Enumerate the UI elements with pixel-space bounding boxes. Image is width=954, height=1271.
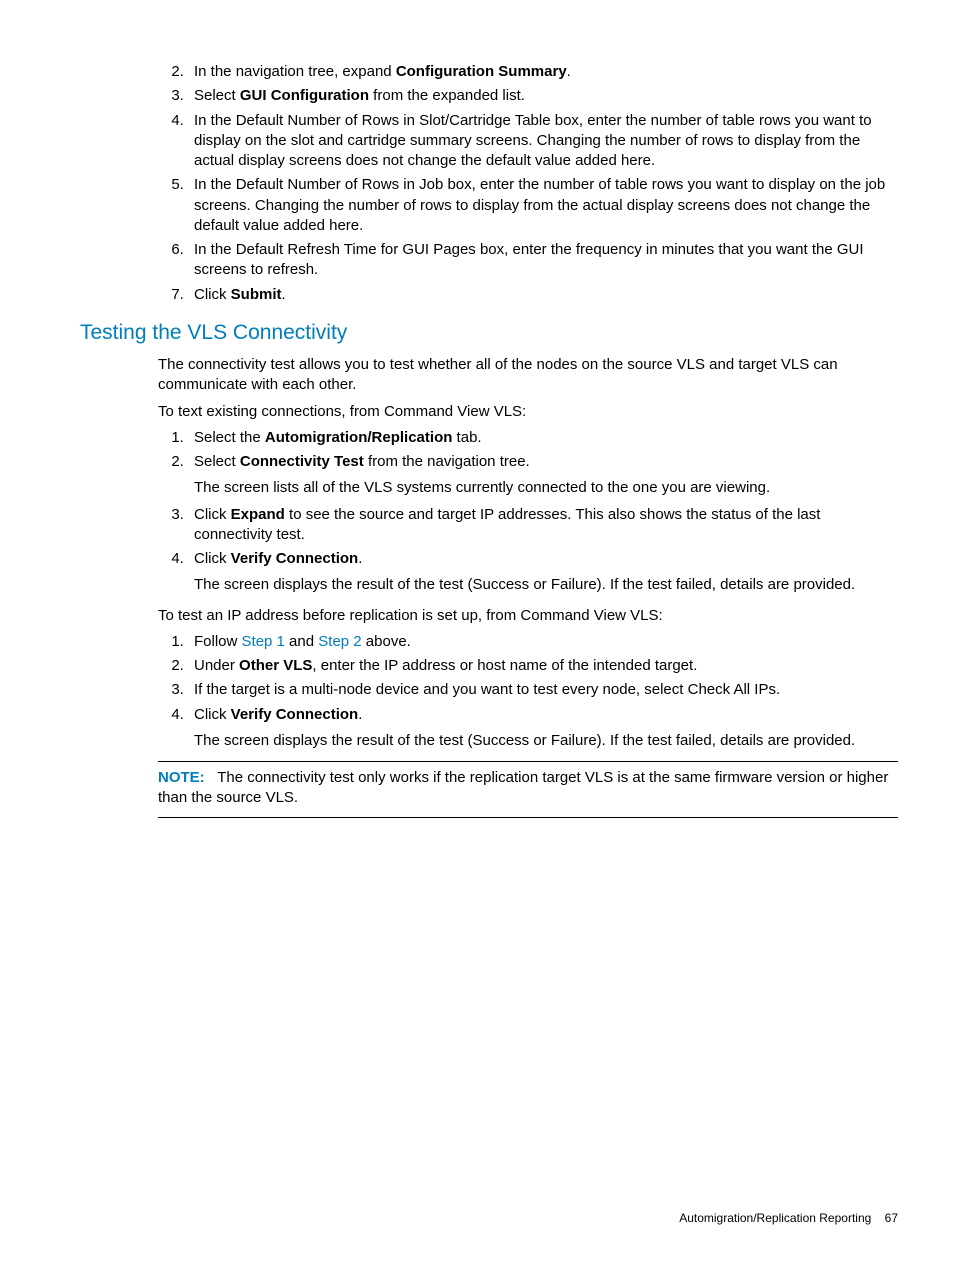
list-item: Select the Automigration/Replication tab… [188,428,898,448]
list-item: If the target is a multi-node device and… [188,680,898,700]
note-label: NOTE: [158,769,205,786]
ordered-list-2: Select the Automigration/Replication tab… [80,428,898,596]
sub-paragraph: The screen displays the result of the te… [194,575,898,595]
link-step-2[interactable]: Step 2 [318,633,361,650]
divider [158,817,898,818]
sub-paragraph: The screen lists all of the VLS systems … [194,478,898,498]
list-item: Click Verify Connection. The screen disp… [188,549,898,596]
list-item: In the Default Number of Rows in Slot/Ca… [188,111,898,172]
list-item: Under Other VLS, enter the IP address or… [188,656,898,676]
paragraph: To test an IP address before replication… [158,606,898,626]
divider [158,761,898,762]
note-block: NOTE: The connectivity test only works i… [158,768,898,809]
paragraph: To text existing connections, from Comma… [158,402,898,422]
list-item: In the Default Number of Rows in Job box… [188,175,898,236]
list-item: Click Submit. [188,285,898,305]
list-item: Follow Step 1 and Step 2 above. [188,632,898,652]
paragraph: The connectivity test allows you to test… [158,355,898,396]
sub-paragraph: The screen displays the result of the te… [194,731,898,751]
list-item: Select Connectivity Test from the naviga… [188,452,898,499]
list-item: Select GUI Configuration from the expand… [188,86,898,106]
list-item: Click Verify Connection. The screen disp… [188,705,898,752]
ordered-list-1: In the navigation tree, expand Configura… [80,62,898,305]
page-footer: Automigration/Replication Reporting 67 [679,1210,898,1226]
ordered-list-3: Follow Step 1 and Step 2 above. Under Ot… [80,632,898,751]
list-item: Click Expand to see the source and targe… [188,505,898,546]
link-step-1[interactable]: Step 1 [242,633,285,650]
list-item: In the navigation tree, expand Configura… [188,62,898,82]
section-heading: Testing the VLS Connectivity [80,319,898,347]
note-text: The connectivity test only works if the … [158,769,888,806]
list-item: In the Default Refresh Time for GUI Page… [188,240,898,281]
